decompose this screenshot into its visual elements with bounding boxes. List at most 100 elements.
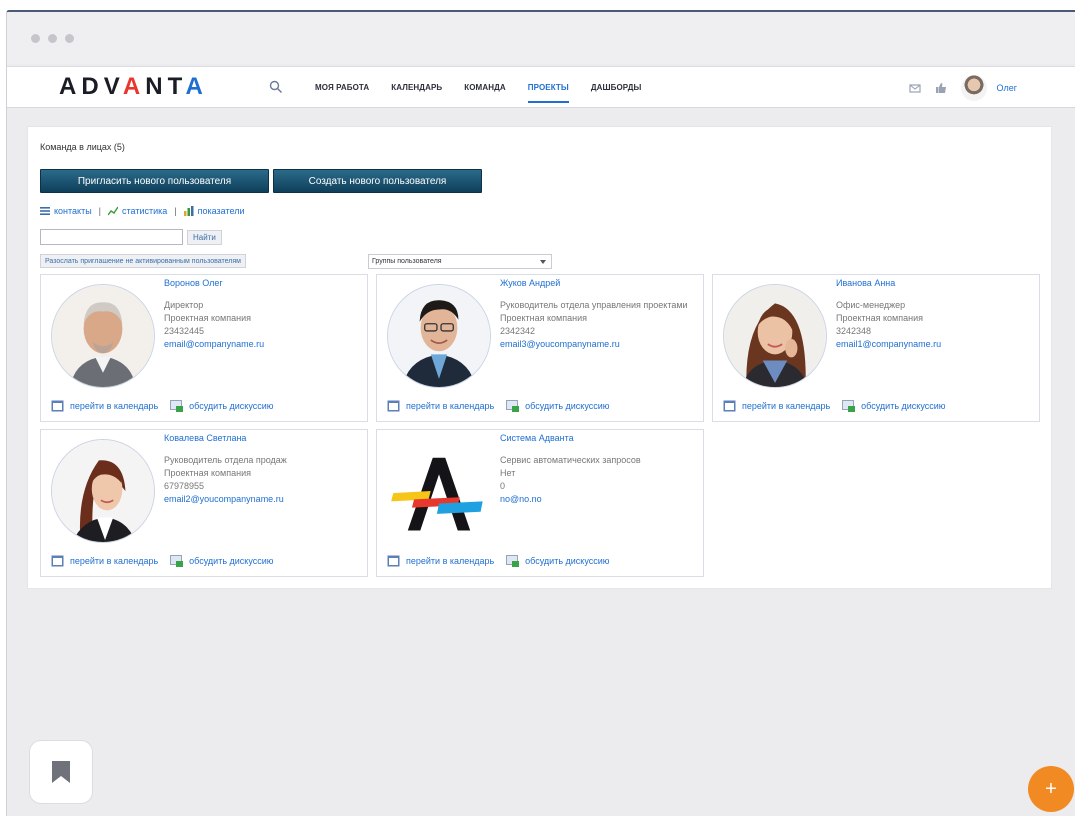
user-name-link[interactable]: Иванова Анна (836, 278, 895, 288)
card-actions: перейти в календарь обсудить дискуссию (387, 555, 622, 567)
bar-chart-icon (183, 206, 194, 216)
user-name-link[interactable]: Жуков Андрей (500, 278, 560, 288)
user-position: Руководитель отдела продаж (164, 455, 287, 465)
user-company: Нет (500, 468, 516, 478)
nav-my-work[interactable]: МОЯ РАБОТА (315, 83, 369, 103)
calendar-icon (51, 400, 64, 412)
user-photo[interactable] (723, 284, 827, 388)
discussion-icon (506, 400, 520, 412)
nav-calendar[interactable]: КАЛЕНДАРЬ (391, 83, 442, 103)
go-to-calendar-link[interactable]: перейти в календарь (723, 400, 830, 412)
list-icon (40, 207, 50, 215)
window-controls (31, 34, 74, 43)
team-panel: Команда в лицах (5) Пригласить нового по… (27, 126, 1052, 589)
system-logo[interactable] (387, 439, 491, 543)
user-search-input[interactable] (40, 229, 183, 245)
user-card: Воронов Олег Директор Проектная компания… (40, 274, 368, 422)
advanta-logo[interactable]: ADVANTA (59, 73, 208, 101)
discussion-icon (506, 555, 520, 567)
user-email[interactable]: email@companyname.ru (164, 338, 362, 351)
card-actions: перейти в календарь обсудить дискуссию (51, 555, 286, 567)
main-menu: МОЯ РАБОТА КАЛЕНДАРЬ КОМАНДА ПРОЕКТЫ ДАШ… (315, 83, 663, 103)
resend-invitations-button[interactable]: Разослать приглашение не активированным … (40, 254, 246, 268)
view-metrics-link[interactable]: показатели (198, 206, 245, 216)
window-close-dot[interactable] (31, 34, 40, 43)
user-group-select-value: Группы пользователя (372, 258, 442, 265)
add-fab-button[interactable]: + (1028, 766, 1074, 812)
top-navigation: ADVANTA МОЯ РАБОТА КАЛЕНДАРЬ КОМАНДА ПРО… (7, 66, 1075, 108)
user-email[interactable]: email2@youcompanyname.ru (164, 493, 362, 506)
user-company: Проектная компания (164, 313, 251, 323)
user-email[interactable]: email1@companyname.ru (836, 338, 1034, 351)
user-phone: 3242348 (836, 326, 872, 336)
go-to-calendar-link[interactable]: перейти в календарь (387, 400, 494, 412)
go-to-calendar-link[interactable]: перейти в календарь (51, 555, 158, 567)
create-user-button[interactable]: Создать нового пользователя (273, 169, 482, 193)
user-phone: 0 (500, 481, 506, 491)
bookmark-button[interactable] (29, 740, 93, 804)
card-actions: перейти в календарь обсудить дискуссию (723, 400, 958, 412)
search-icon[interactable] (269, 80, 283, 94)
nav-user-area: Олег (908, 75, 1017, 101)
user-name[interactable]: Олег (997, 83, 1017, 93)
calendar-icon (387, 555, 400, 567)
user-photo[interactable] (387, 284, 491, 388)
user-photo[interactable] (51, 439, 155, 543)
view-contacts-link[interactable]: контакты (54, 206, 92, 216)
user-company: Проектная компания (836, 313, 923, 323)
user-details: Директор Проектная компания 23432445 ema… (164, 299, 362, 351)
user-avatar[interactable] (960, 75, 987, 101)
user-group-select[interactable]: Группы пользователя (368, 254, 552, 269)
browser-window: ADVANTA МОЯ РАБОТА КАЛЕНДАРЬ КОМАНДА ПРО… (6, 10, 1075, 816)
discussion-icon (170, 400, 184, 412)
user-photo[interactable] (51, 284, 155, 388)
user-phone: 23432445 (164, 326, 205, 336)
user-company: Проектная компания (500, 313, 587, 323)
calendar-icon (387, 400, 400, 412)
user-email[interactable]: email3@youcompanyname.ru (500, 338, 698, 351)
card-actions: перейти в календарь обсудить дискуссию (51, 400, 286, 412)
user-details: Руководитель отдела продаж Проектная ком… (164, 454, 362, 506)
view-switcher: контакты | статистика | показатели (40, 206, 245, 216)
user-name-link[interactable]: Воронов Олег (164, 278, 223, 288)
user-card: Система Адванта Сервис автоматических за… (376, 429, 704, 577)
user-details: Руководитель отдела управления проектами… (500, 299, 698, 351)
chevron-down-icon (540, 259, 546, 264)
calendar-icon (51, 555, 64, 567)
find-button[interactable]: Найти (187, 230, 222, 245)
user-phone: 67978955 (164, 481, 205, 491)
window-titlebar (7, 12, 1075, 64)
user-email[interactable]: no@no.no (500, 493, 698, 506)
go-to-calendar-link[interactable]: перейти в календарь (51, 400, 158, 412)
nav-dashboards[interactable]: ДАШБОРДЫ (591, 83, 642, 103)
discussion-icon (842, 400, 856, 412)
window-minimize-dot[interactable] (48, 34, 57, 43)
user-company: Проектная компания (164, 468, 251, 478)
plus-icon: + (1045, 777, 1057, 800)
discussion-icon (170, 555, 184, 567)
window-maximize-dot[interactable] (65, 34, 74, 43)
card-actions: перейти в календарь обсудить дискуссию (387, 400, 622, 412)
user-phone: 2342342 (500, 326, 536, 336)
calendar-icon (723, 400, 736, 412)
go-to-calendar-link[interactable]: перейти в календарь (387, 555, 494, 567)
nav-team[interactable]: КОМАНДА (464, 83, 506, 103)
nav-projects[interactable]: ПРОЕКТЫ (527, 83, 569, 103)
discuss-link[interactable]: обсудить дискуссию (170, 400, 274, 412)
view-stats-link[interactable]: статистика (122, 206, 167, 216)
like-icon[interactable] (935, 82, 947, 94)
user-position: Директор (164, 300, 204, 310)
user-details: Сервис автоматических запросов Нет 0 no@… (500, 454, 698, 506)
discuss-link[interactable]: обсудить дискуссию (842, 400, 946, 412)
user-position: Сервис автоматических запросов (500, 455, 641, 465)
user-name-link[interactable]: Система Адванта (500, 433, 574, 443)
invite-user-button[interactable]: Пригласить нового пользователя (40, 169, 269, 193)
discuss-link[interactable]: обсудить дискуссию (506, 555, 610, 567)
user-position: Офис-менеджер (836, 300, 906, 310)
mail-icon[interactable] (908, 82, 921, 94)
discuss-link[interactable]: обсудить дискуссию (170, 555, 274, 567)
discuss-link[interactable]: обсудить дискуссию (506, 400, 610, 412)
user-name-link[interactable]: Ковалева Светлана (164, 433, 246, 443)
user-details: Офис-менеджер Проектная компания 3242348… (836, 299, 1034, 351)
page-title: Команда в лицах (5) (40, 142, 125, 152)
